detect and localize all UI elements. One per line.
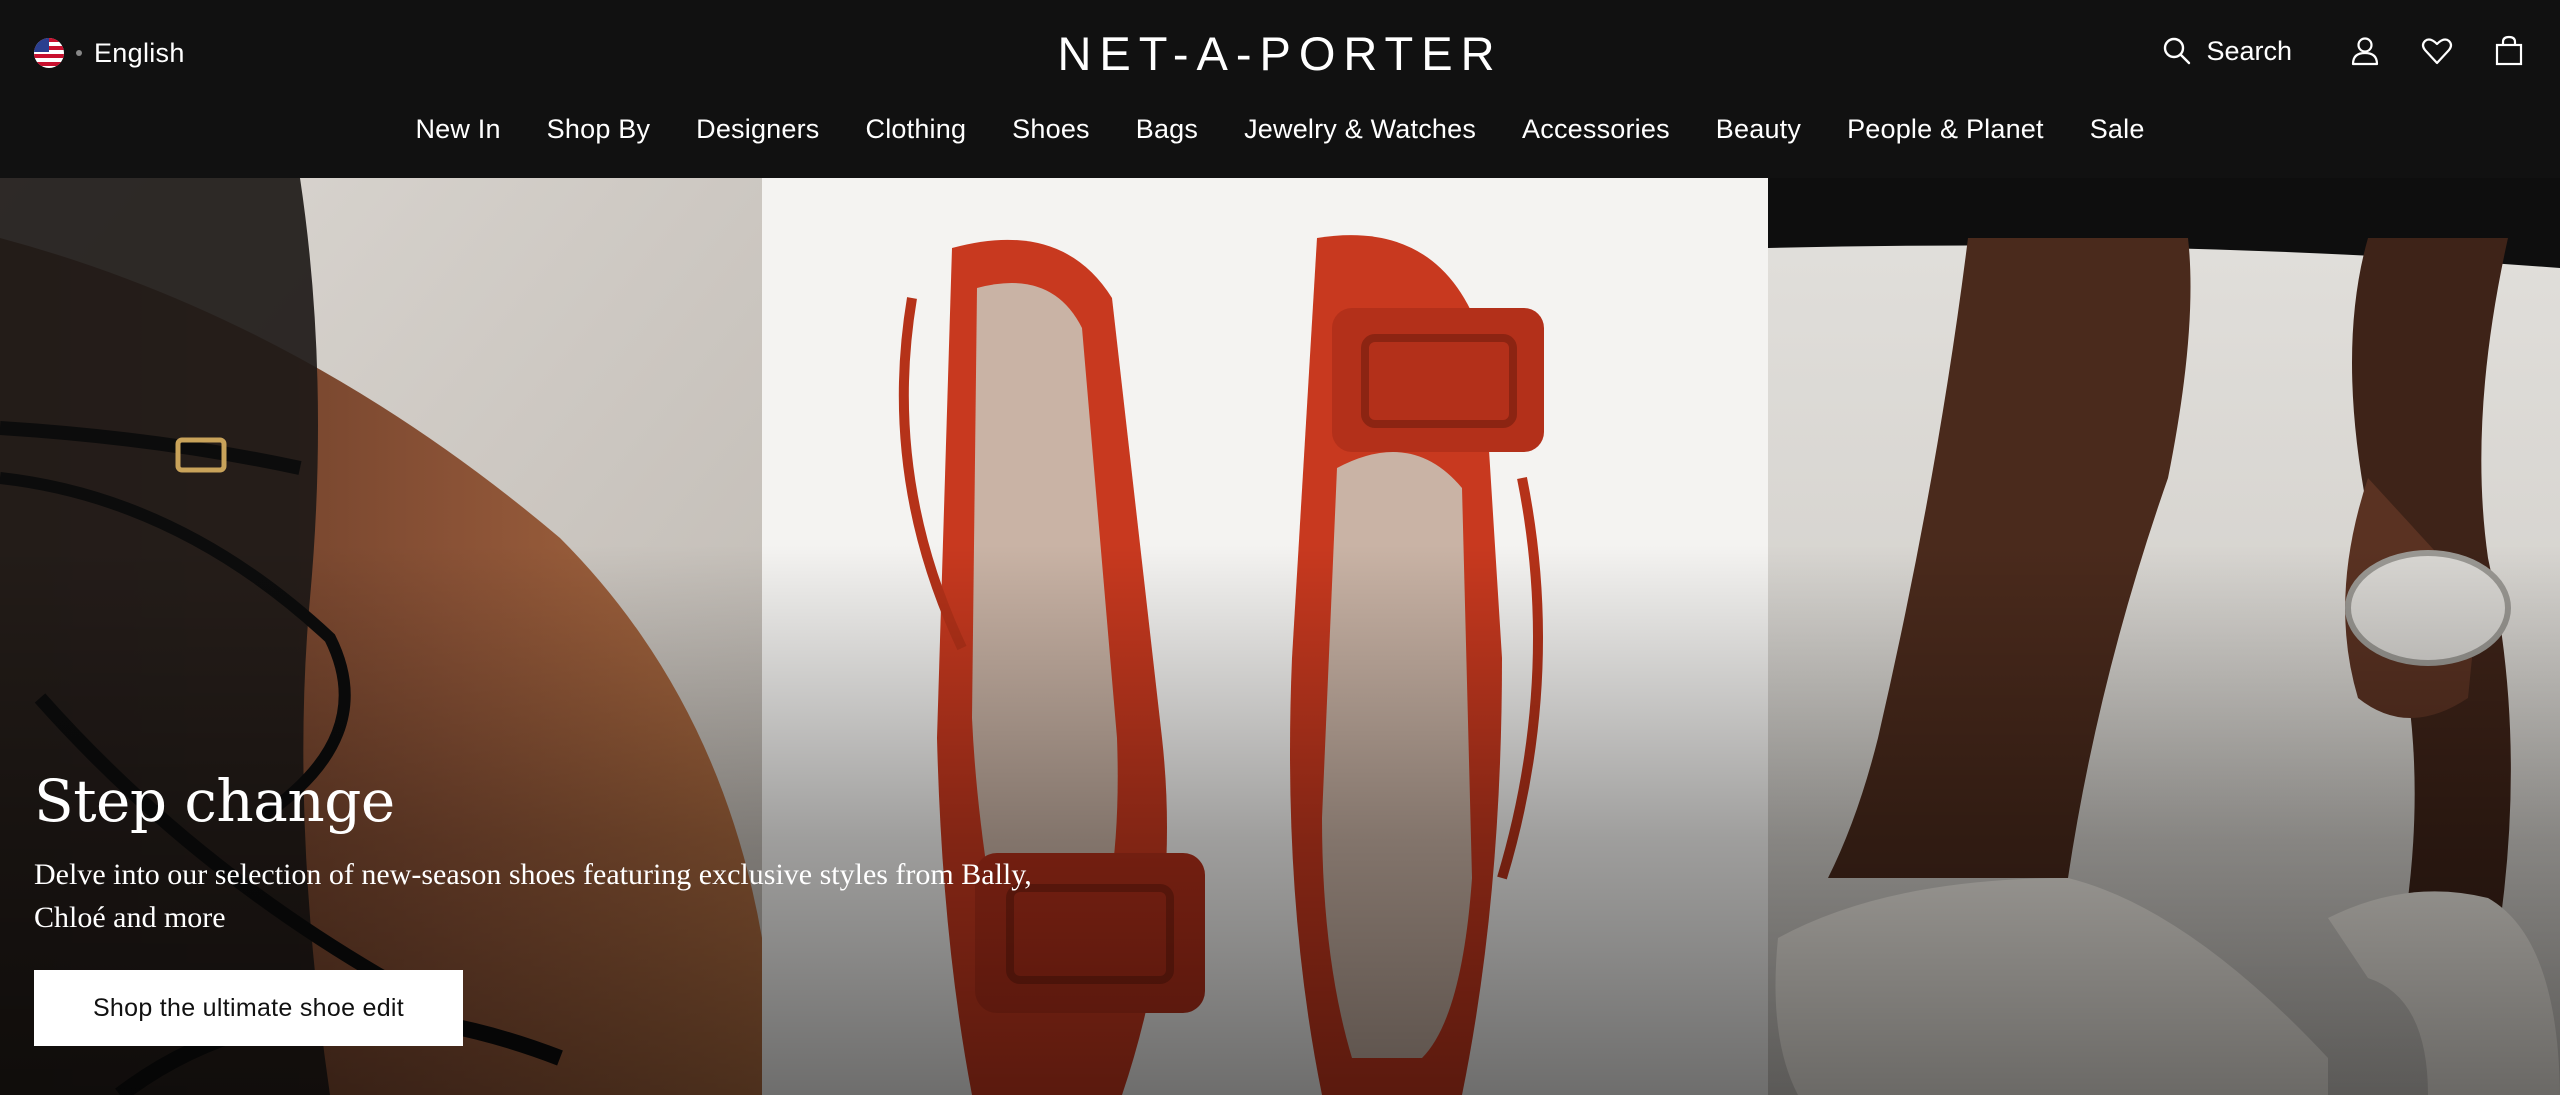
shopping-bag-icon[interactable] [2492, 34, 2526, 68]
account-icon[interactable] [2348, 34, 2382, 68]
utility-bar: Search [2162, 34, 2526, 68]
site-header: English NET-A-PORTER Search New In Shop … [0, 0, 2560, 178]
nav-item-beauty[interactable]: Beauty [1716, 114, 1801, 145]
nav-item-bags[interactable]: Bags [1136, 114, 1198, 145]
main-navigation: New In Shop By Designers Clothing Shoes … [0, 114, 2560, 145]
nav-item-accessories[interactable]: Accessories [1522, 114, 1670, 145]
hero-image-center [762, 178, 1768, 1095]
hero-image-right [1768, 178, 2560, 1095]
hero-banner[interactable]: Step change Delve into our selection of … [0, 178, 2560, 1095]
nav-item-people-planet[interactable]: People & Planet [1847, 114, 2044, 145]
nav-item-new-in[interactable]: New In [415, 114, 500, 145]
search-button[interactable]: Search [2162, 36, 2292, 67]
nav-item-jewelry-watches[interactable]: Jewelry & Watches [1244, 114, 1476, 145]
hero-title: Step change [34, 767, 395, 835]
search-label: Search [2206, 35, 2292, 66]
nav-item-sale[interactable]: Sale [2090, 114, 2145, 145]
shop-shoe-edit-button[interactable]: Shop the ultimate shoe edit [34, 970, 463, 1046]
wishlist-heart-icon[interactable] [2420, 34, 2454, 68]
hero-image-left [0, 178, 762, 1095]
nav-item-shop-by[interactable]: Shop By [547, 114, 650, 145]
hero-copy: Step change Delve into our selection of … [34, 768, 1134, 939]
hero-description: Delve into our selection of new-season s… [34, 857, 1032, 934]
search-icon [2164, 37, 2191, 65]
nav-item-designers[interactable]: Designers [696, 114, 819, 145]
nav-item-shoes[interactable]: Shoes [1012, 114, 1090, 145]
nav-item-clothing[interactable]: Clothing [866, 114, 967, 145]
